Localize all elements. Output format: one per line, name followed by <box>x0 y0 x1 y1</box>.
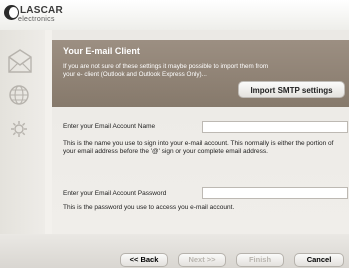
password-input[interactable] <box>202 187 348 199</box>
finish-button[interactable]: Finish <box>236 253 284 267</box>
account-name-label: Enter your Email Account Name <box>63 123 156 130</box>
gear-icon <box>11 121 27 137</box>
next-button[interactable]: Next >> <box>178 253 226 267</box>
banner-title: Your E-mail Client <box>63 46 140 56</box>
account-name-input[interactable] <box>202 121 348 133</box>
globe-icon <box>9 85 29 105</box>
back-button[interactable]: << Back <box>120 253 168 267</box>
sidebar <box>0 30 45 234</box>
lascar-logo: LASCAR electronics <box>4 4 64 28</box>
account-name-help: This is the name you use to sign into yo… <box>63 140 334 155</box>
cancel-button[interactable]: Cancel <box>294 253 344 267</box>
password-help: This is the password you use to access y… <box>63 204 235 211</box>
banner-text: If you are not sure of these settings it… <box>63 63 269 78</box>
header-bar: LASCAR electronics <box>0 0 349 30</box>
lascar-logo-mark <box>4 5 19 20</box>
envelope-icon <box>8 49 32 73</box>
import-smtp-settings-button[interactable]: Import SMTP settings <box>238 81 345 98</box>
password-label: Enter your Email Account Password <box>63 190 167 197</box>
brand-subtitle: electronics <box>18 16 55 23</box>
brand-name: LASCAR <box>20 5 63 16</box>
